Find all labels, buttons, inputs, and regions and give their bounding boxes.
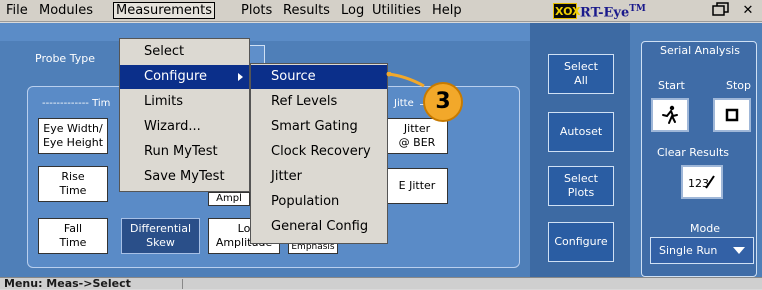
select-label: Select	[564, 60, 598, 73]
logo-text: XOX	[555, 5, 581, 18]
mode-select[interactable]: Single Run	[650, 237, 754, 264]
serial-analysis-title: Serial Analysis	[660, 44, 740, 57]
submenu-arrow-icon	[238, 73, 243, 81]
menu-item-run-mytest[interactable]: Run MyTest	[120, 140, 249, 164]
menu-item-wizard[interactable]: Wizard...	[120, 115, 249, 139]
submenu-item-smart-gating[interactable]: Smart Gating	[251, 115, 387, 139]
ber-label: @ BER	[398, 136, 436, 149]
differential-label: Differential	[129, 222, 192, 235]
callout-leader-line	[386, 72, 425, 88]
mode-label: Mode	[690, 222, 720, 235]
svg-text:123: 123	[688, 177, 709, 190]
app-title: RT-EyeTM	[580, 4, 646, 20]
menu-help[interactable]: Help	[432, 3, 462, 18]
status-divider	[182, 279, 183, 289]
trademark: TM	[629, 4, 646, 14]
chevron-down-icon	[733, 247, 745, 254]
stop-square-icon	[725, 108, 739, 122]
e-jitter-label: E Jitter	[398, 179, 436, 192]
e-jitter-button[interactable]: E Jitter	[386, 168, 448, 204]
autoset-label: Autoset	[559, 125, 603, 138]
tektronix-logo: XOX	[553, 3, 581, 19]
submenu-item-population[interactable]: Population	[251, 190, 387, 214]
select-all-button[interactable]: Select All	[548, 54, 614, 94]
clear-results-label: Clear Results	[657, 146, 729, 159]
menu-item-limits[interactable]: Limits	[120, 90, 249, 114]
eye-width-height-button[interactable]: Eye Width/ Eye Height	[38, 118, 108, 154]
configure-submenu: Source Ref Levels Smart Gating Clock Rec…	[250, 63, 388, 244]
submenu-item-general-config[interactable]: General Config	[251, 215, 387, 239]
mode-value: Single Run	[659, 244, 718, 257]
running-man-icon	[662, 105, 678, 124]
menu-results[interactable]: Results	[283, 3, 330, 18]
app-name: RT-Eye	[580, 5, 630, 21]
configure-button[interactable]: Configure	[548, 222, 614, 262]
submenu-item-source[interactable]: Source	[251, 65, 387, 89]
stop-label: Stop	[726, 79, 752, 92]
menu-modules[interactable]: Modules	[39, 3, 93, 18]
fall-time-button[interactable]: Fall Time	[38, 218, 108, 254]
select-plots-label-2: Plots	[567, 186, 595, 199]
menu-item-save-mytest[interactable]: Save MyTest	[120, 165, 249, 189]
rise-label: Rise	[61, 170, 85, 183]
jitter-section-title: Jitte	[394, 98, 414, 109]
callout-badge: 3	[423, 82, 463, 122]
menu-item-configure[interactable]: Configure	[120, 65, 249, 89]
menu-log[interactable]: Log	[341, 3, 364, 18]
timing-section-title: ------------- Tim	[42, 98, 111, 109]
fall-label: Fall	[63, 222, 83, 235]
submenu-item-jitter[interactable]: Jitter	[251, 165, 387, 189]
time-label: Time	[59, 184, 87, 197]
panel-header-strip	[0, 23, 530, 41]
select-plots-label-1: Select	[564, 172, 598, 185]
restore-icon[interactable]	[710, 2, 732, 20]
jitter-ber-button[interactable]: Jitter @ BER	[386, 118, 448, 154]
menu-file[interactable]: File	[6, 3, 28, 18]
select-plots-button[interactable]: Select Plots	[548, 166, 614, 206]
eye-height-label: Eye Height	[42, 136, 104, 149]
start-label: Start	[658, 79, 685, 92]
time-label-2: Time	[59, 236, 87, 249]
status-text: Menu: Meas->Select	[4, 277, 131, 290]
all-label: All	[574, 74, 588, 87]
submenu-item-ref-levels[interactable]: Ref Levels	[251, 90, 387, 114]
skew-label: Skew	[146, 236, 175, 249]
menu-plots[interactable]: Plots	[241, 3, 272, 18]
probe-type-label: Probe Type	[35, 52, 95, 65]
close-icon[interactable]: ✕	[737, 2, 759, 20]
menu-utilities[interactable]: Utilities	[372, 3, 421, 18]
jitter-label: Jitter	[403, 122, 431, 135]
menu-item-select[interactable]: Select	[120, 40, 249, 64]
configure-item-label: Configure	[144, 69, 208, 84]
clear-results-button[interactable]: 123	[681, 165, 723, 199]
measurements-menu: Select Configure Limits Wizard... Run My…	[119, 38, 250, 192]
eye-width-label: Eye Width/	[43, 122, 103, 135]
autoset-button[interactable]: Autoset	[548, 112, 614, 152]
submenu-item-clock-recovery[interactable]: Clock Recovery	[251, 140, 387, 164]
menu-measurements[interactable]: Measurements	[113, 2, 216, 19]
rise-time-button[interactable]: Rise Time	[38, 166, 108, 202]
amp-partial-label: Ampl	[216, 193, 242, 204]
stop-button[interactable]	[713, 98, 751, 132]
amplitude-button-partial[interactable]: Ampl	[208, 192, 250, 206]
configure-label: Configure	[554, 235, 608, 248]
eraser-icon: 123	[688, 175, 715, 190]
start-button[interactable]	[651, 98, 689, 132]
differential-skew-button[interactable]: Differential Skew	[121, 218, 200, 254]
